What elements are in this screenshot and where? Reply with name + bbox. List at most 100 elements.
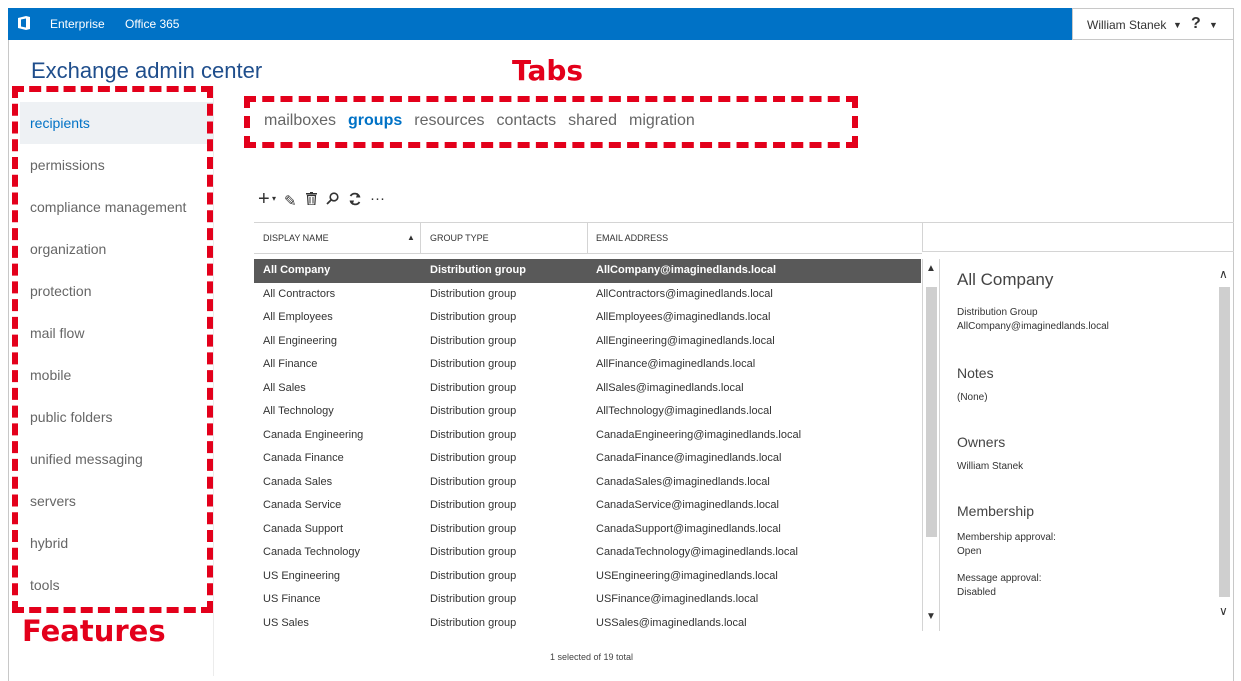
email-cell: AllEmployees@imaginedlands.local [596,311,771,323]
group-type-cell: Distribution group [430,405,517,417]
scrollbar-thumb[interactable] [1219,287,1230,597]
group-type-cell: Distribution group [430,522,517,535]
table-row[interactable]: All Sales Distribution group AllSales@imag… [254,377,921,401]
display-name-cell: All Sales [263,381,306,394]
tab-groups[interactable]: groups [348,112,402,129]
scroll-down-icon[interactable]: ▼ [926,611,936,622]
chevron-down-icon[interactable]: ▾ [272,194,276,203]
display-name-cell: Canada Support [263,522,344,535]
group-type-cell: Distribution group [430,499,517,511]
table-row[interactable]: Canada Technology Distribution group Canad… [254,541,921,565]
help-icon[interactable]: ? [1191,15,1201,33]
email-cell: CanadaFinance@imaginedlands.local [596,452,782,464]
display-name-cell: US Sales [263,616,309,629]
chevron-down-icon[interactable]: ▼ [1173,20,1182,30]
selection-status: 1 selected of 19 total [550,652,634,662]
table-row[interactable]: All Employees Distribution group AllEmploy… [254,306,921,330]
group-type-cell: Distribution group [430,616,517,629]
scroll-up-icon[interactable]: ▲ [926,263,936,274]
table-header: DISPLAY NAME ▲ GROUP TYPE EMAIL ADDRESS [254,222,922,254]
app-title: Exchange admin center [31,58,263,83]
display-name-cell: Canada Sales [263,475,333,488]
table-row[interactable]: All Engineering Distribution group AllEngi… [254,330,921,354]
table-row[interactable]: US Engineering Distribution group USEngine… [254,565,921,589]
table-row[interactable]: All Company Distribution group AllCompany@… [254,259,921,283]
group-type-cell: Distribution group [430,334,517,347]
group-type-cell: Distribution group [430,546,517,558]
table-row[interactable]: Canada Service Distribution group CanadaSe… [254,494,921,518]
scroll-up-icon[interactable]: ∧ [1219,267,1228,281]
column-header-email-address[interactable]: EMAIL ADDRESS [596,233,668,243]
message-approval-label: Message approval: [957,573,1042,584]
more-icon[interactable]: ··· [370,190,385,207]
annotation-features-box [12,86,213,613]
email-cell: AllEngineering@imaginedlands.local [596,334,775,347]
group-type-cell: Distribution group [430,358,517,370]
tab-contacts[interactable]: contacts [497,112,557,129]
tab-shared[interactable]: shared [568,112,617,129]
email-cell: CanadaSales@imaginedlands.local [596,475,770,488]
table-row[interactable]: Canada Sales Distribution group CanadaSale… [254,471,921,495]
notes-heading: Notes [957,365,994,381]
email-cell: CanadaService@imaginedlands.local [596,499,779,511]
enterprise-link[interactable]: Enterprise [50,17,105,31]
group-type-cell: Distribution group [430,452,517,464]
display-name-cell: All Employees [263,311,333,323]
membership-approval-value: Open [957,546,982,557]
details-type: Distribution Group [957,307,1038,318]
refresh-icon[interactable] [348,192,362,210]
scrollbar-thumb[interactable] [926,287,937,537]
email-cell: AllCompany@imaginedlands.local [596,264,777,276]
group-type-cell: Distribution group [430,569,517,582]
group-type-cell: Distribution group [430,287,517,300]
display-name-cell: US Engineering [263,569,341,582]
group-type-cell: Distribution group [430,428,517,441]
email-cell: AllFinance@imaginedlands.local [596,358,756,370]
display-name-cell: All Company [263,264,331,276]
scroll-down-icon[interactable]: ∨ [1219,604,1228,618]
table-row[interactable]: US Finance Distribution group USFinance@im… [254,588,921,612]
group-type-cell: Distribution group [430,593,517,605]
details-scrollbar[interactable]: ∧ ∨ [1216,259,1234,631]
table-row[interactable]: Canada Finance Distribution group CanadaFi… [254,447,921,471]
table-row[interactable]: US Sales Distribution group USSales@imagin… [254,612,921,636]
display-name-cell: All Engineering [263,334,337,347]
group-type-cell: Distribution group [430,311,517,323]
table-row[interactable]: Canada Support Distribution group CanadaSu… [254,518,921,542]
column-header-display-name[interactable]: DISPLAY NAME [263,233,329,243]
table-row[interactable]: All Finance Distribution group AllFinance@… [254,353,921,377]
email-cell: USSales@imaginedlands.local [596,616,747,629]
office365-link[interactable]: Office 365 [125,17,179,31]
top-bar: Enterprise Office 365 William Stanek ▼ ?… [8,8,1234,40]
display-name-cell: All Finance [263,358,318,370]
delete-icon[interactable] [306,192,317,209]
tab-migration[interactable]: migration [629,112,695,129]
email-cell: USEngineering@imaginedlands.local [596,569,778,582]
add-icon[interactable]: + [258,188,270,211]
table-scrollbar[interactable]: ▲ ▼ [922,259,940,631]
details-title: All Company [957,270,1054,289]
sort-ascending-icon[interactable]: ▲ [407,233,415,242]
edit-icon[interactable]: ✎ [284,192,297,210]
office-logo-icon[interactable] [18,16,30,30]
table-row[interactable]: Canada Engineering Distribution group Cana… [254,424,921,448]
search-icon[interactable] [326,192,339,209]
column-header-group-type[interactable]: GROUP TYPE [430,233,489,243]
table-row[interactable]: All Contractors Distribution group AllCont… [254,283,921,307]
table-row[interactable]: All Technology Distribution group AllTechn… [254,400,921,424]
group-type-cell: Distribution group [430,264,526,276]
message-approval-value: Disabled [957,587,996,598]
email-cell: CanadaSupport@imaginedlands.local [596,522,781,535]
annotation-tabs: Tabs [512,54,584,87]
user-menu[interactable]: William Stanek ▼ ? ▼ [1072,8,1234,40]
tab-resources[interactable]: resources [414,112,484,129]
email-cell: AllTechnology@imaginedlands.local [596,405,772,417]
chevron-down-icon[interactable]: ▼ [1209,20,1218,30]
display-name-cell: US Finance [263,593,321,605]
user-name[interactable]: William Stanek [1087,18,1166,32]
email-cell: CanadaTechnology@imaginedlands.local [596,546,798,558]
display-name-cell: Canada Service [263,499,342,511]
display-name-cell: Canada Technology [263,546,361,558]
column-separator [587,223,588,253]
tab-mailboxes[interactable]: mailboxes [264,112,336,129]
